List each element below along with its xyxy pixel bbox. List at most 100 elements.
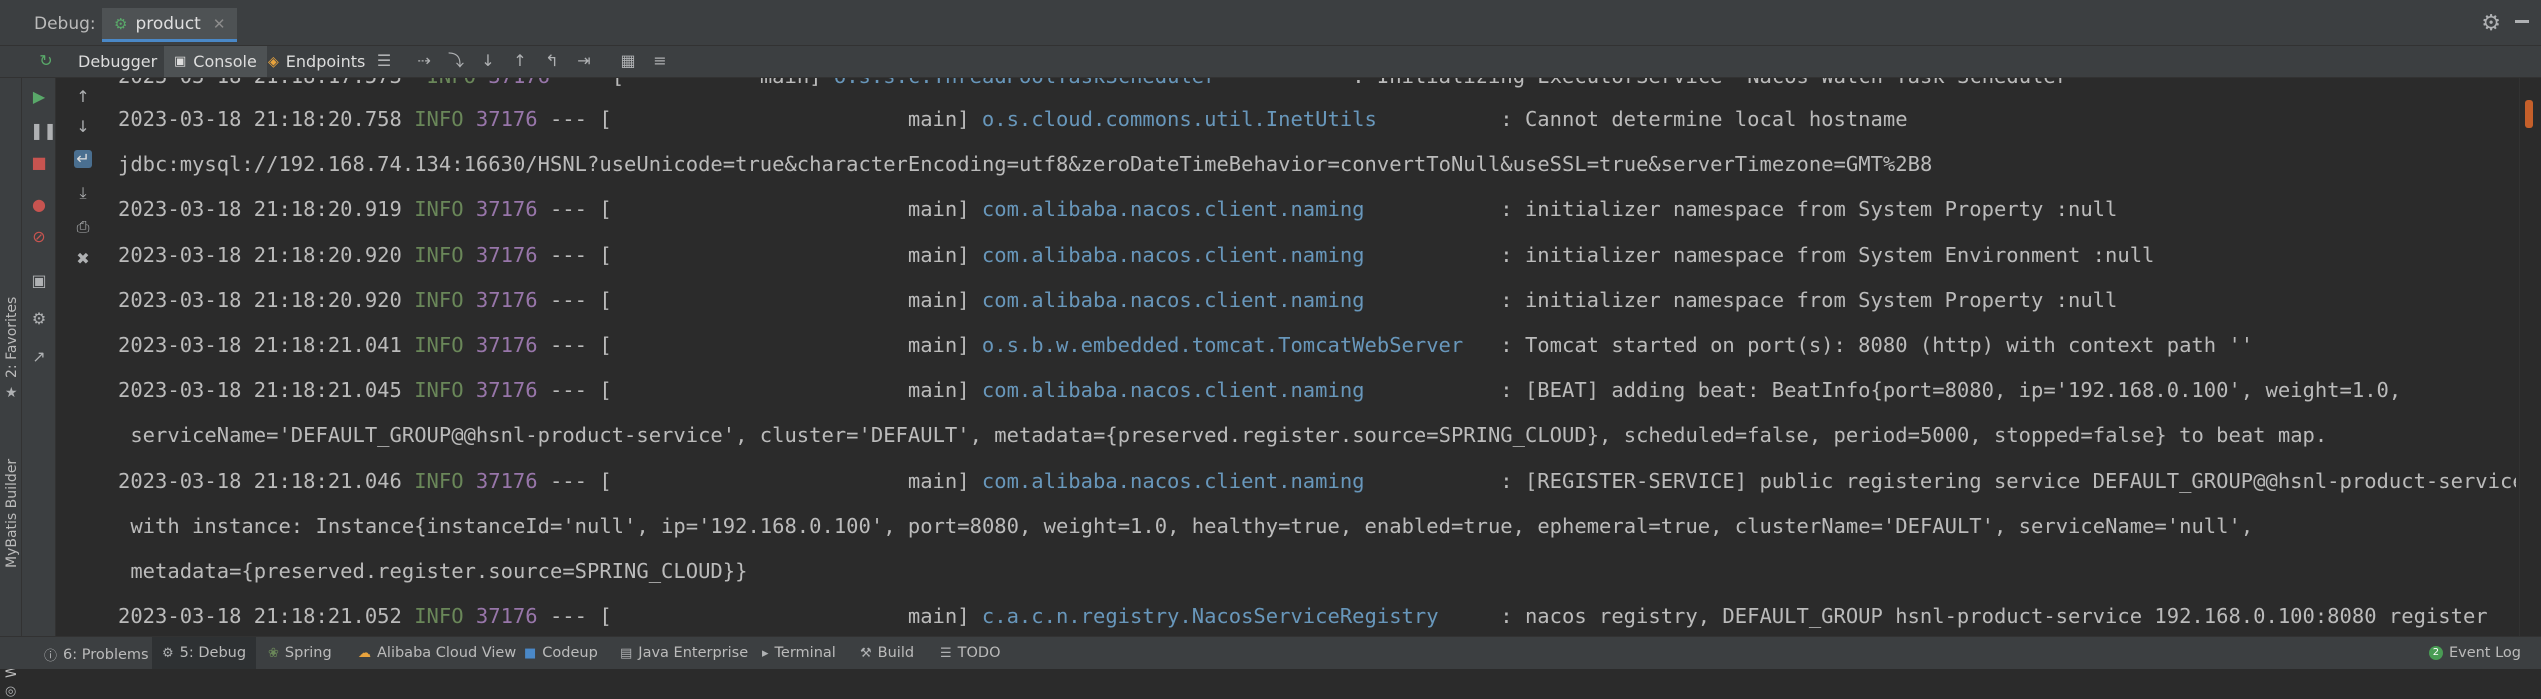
log-timestamp: 2023-03-18 21:18:21.041 <box>118 333 402 357</box>
log-separator: --- [ <box>549 107 612 131</box>
tool-terminal[interactable]: ▸ Terminal <box>762 645 836 661</box>
down-arrow-icon[interactable]: ↓ <box>74 118 92 136</box>
settings-icon[interactable]: ⚙ <box>30 310 48 328</box>
log-timestamp: 2023-03-18 21:18:20.758 <box>118 107 402 131</box>
view-breakpoints-icon[interactable]: ● <box>30 196 48 214</box>
tool-alibaba-cloud[interactable]: ☁ Alibaba Cloud View <box>358 645 516 661</box>
log-pid: 37176 <box>475 468 538 493</box>
log-message: : initializer namespace from System Prop… <box>1500 197 2118 222</box>
tool-codeup-label: Codeup <box>542 645 598 661</box>
favorites-tool-label[interactable]: 2: Favorites <box>4 297 20 378</box>
tab-console[interactable]: ▣ Console <box>164 46 267 77</box>
pause-icon[interactable]: ❚❚ <box>30 122 57 140</box>
close-icon[interactable]: ✕ <box>213 15 226 33</box>
console-line: jdbc:mysql://192.168.74.134:16630/HSNL?u… <box>118 152 1932 176</box>
gear-icon[interactable]: ⚙ <box>2481 11 2501 36</box>
clear-all-icon[interactable]: ✖ <box>74 250 92 268</box>
resume-icon[interactable]: ▶ <box>30 88 48 106</box>
tab-endpoints-label: Endpoints <box>285 52 366 71</box>
event-count-badge: 2 <box>2428 646 2443 660</box>
log-logger: com.alibaba.nacos.client.naming <box>981 468 1365 493</box>
console-line: 2023-03-18 21:18:21.041 INFO 37176 --- [mai… <box>118 333 2253 357</box>
log-message: : nacos registry, DEFAULT_GROUP hsnl-pro… <box>1500 604 2488 629</box>
log-thread: main] <box>907 333 970 357</box>
debug-actions: ▶ ❚❚ ■ ● ⊘ ▣ ⚙ ↗ <box>22 78 57 636</box>
print-icon[interactable]: ⎙ <box>74 218 92 236</box>
scroll-to-end-icon[interactable]: ⤓ <box>74 184 92 202</box>
console-line: 2023-03-18 21:18:20.758 INFO 37176 --- [mai… <box>118 107 1908 131</box>
tab-debugger-label: Debugger <box>78 52 158 71</box>
console-line-text: metadata={preserved.register.source=SPRI… <box>118 559 748 583</box>
stop-icon[interactable]: ■ <box>30 154 48 172</box>
step-into-icon[interactable]: ↓ <box>478 51 498 71</box>
run-to-cursor-icon[interactable]: ⇥ <box>574 51 594 71</box>
log-level: INFO <box>414 107 464 131</box>
run-config-tab[interactable]: ⚙ product ✕ <box>102 8 238 42</box>
log-level: INFO <box>414 242 464 267</box>
tool-build-label: Build <box>877 645 915 661</box>
console-scrollbar[interactable] <box>2519 78 2541 636</box>
tab-endpoints[interactable]: ◈ Endpoints <box>268 46 365 77</box>
log-pid: 37176 <box>475 287 538 312</box>
tool-event-log-label: Event Log <box>2448 645 2521 661</box>
tab-debugger[interactable]: Debugger <box>70 46 165 77</box>
log-pid: 37176 <box>475 197 538 222</box>
log-thread: main] <box>907 468 970 493</box>
log-timestamp: 2023-03-18 21:18:21.045 <box>118 378 402 403</box>
console-line-text: serviceName='DEFAULT_GROUP@@hsnl-product… <box>118 423 2328 448</box>
hammer-icon: ⚒ <box>860 645 872 661</box>
codeup-icon: ■ <box>524 645 537 661</box>
log-thread: main] <box>907 604 970 629</box>
tool-java-enterprise-label: Java Enterprise <box>638 645 749 661</box>
evaluate-icon[interactable]: ▦ <box>618 51 638 71</box>
log-level: INFO <box>414 604 464 629</box>
run-config-tab-label: product <box>135 13 201 34</box>
log-timestamp: 2023-03-18 21:18:21.052 <box>118 604 402 629</box>
up-arrow-icon[interactable]: ↑ <box>74 88 92 106</box>
tool-java-enterprise[interactable]: ▤ Java Enterprise <box>620 645 748 661</box>
step-out-icon[interactable]: ↑ <box>510 51 530 71</box>
tool-codeup[interactable]: ■ Codeup <box>524 645 598 661</box>
show-execution-point-icon[interactable]: ⇢ <box>414 51 434 71</box>
debug-titlebar: Debug: ⚙ product ✕ ⚙ <box>0 0 2541 46</box>
soft-wrap-icon[interactable]: ↵ <box>74 150 92 168</box>
trace-icon[interactable]: ≡ <box>650 51 670 71</box>
log-separator: --- [ <box>549 197 612 222</box>
cloud-icon: ☁ <box>358 645 371 661</box>
camera-icon[interactable]: ▣ <box>30 272 48 290</box>
pin-icon[interactable]: ↗ <box>30 348 48 366</box>
console-line-text: with instance: Instance{instanceId='null… <box>118 513 2254 538</box>
log-message: : Cannot determine local hostname <box>1500 107 1908 131</box>
rerun-icon[interactable]: ↻ <box>36 51 56 71</box>
log-thread: main] <box>907 378 970 403</box>
left-tool-strip: 2: Favorites ★ MyBatis Builder Web ◎ <box>0 78 22 699</box>
log-separator: --- [ <box>549 378 612 403</box>
log-logger: c.a.c.n.registry.NacosServiceRegistry <box>981 604 1439 629</box>
tool-debug[interactable]: ⚙ 5: Debug <box>152 637 257 669</box>
log-level: INFO <box>414 287 464 312</box>
tool-alibaba-cloud-label: Alibaba Cloud View <box>377 645 517 661</box>
tool-problems[interactable]: ⓘ 6: Problems <box>44 645 149 665</box>
minimize-icon[interactable] <box>2515 10 2529 32</box>
step-over-icon[interactable]: ⤵ <box>446 51 466 71</box>
log-pid: 37176 <box>475 333 538 357</box>
tool-build[interactable]: ⚒ Build <box>860 645 914 661</box>
tool-todo[interactable]: ☰ TODO <box>940 645 1001 661</box>
log-timestamp: 2023-03-18 21:18:20.919 <box>118 197 402 222</box>
tool-event-log[interactable]: 2 Event Log <box>2428 645 2521 661</box>
log-logger: com.alibaba.nacos.client.naming <box>981 378 1365 403</box>
console-line: 2023-03-18 21:18:21.045 INFO 37176 --- [mai… <box>118 378 2401 402</box>
terminal-icon: ▸ <box>762 645 769 661</box>
log-level: INFO <box>414 333 464 357</box>
mybatis-tool-label[interactable]: MyBatis Builder <box>4 459 20 568</box>
mute-breakpoints-icon[interactable]: ⊘ <box>30 228 48 246</box>
drop-frame-icon[interactable]: ↰ <box>542 51 562 71</box>
debug-label: Debug: <box>34 14 96 34</box>
console-output[interactable]: 2023-03-18 21:18:17.573 INFO 37176 --- [… <box>100 78 2516 636</box>
menu-icon[interactable]: ☰ <box>374 51 394 71</box>
tool-spring[interactable]: ❀ Spring <box>268 645 332 661</box>
console-icon: ▣ <box>174 54 187 69</box>
log-timestamp: 2023-03-18 21:18:20.920 <box>118 287 402 312</box>
list-icon: ☰ <box>940 645 952 661</box>
console-line-partial: 2023-03-18 21:18:17.573 INFO 37176 --- [… <box>118 78 2080 88</box>
